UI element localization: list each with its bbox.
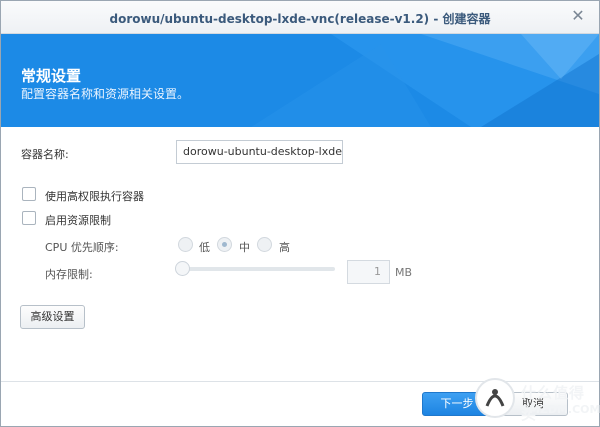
memory-limit-slider-thumb[interactable] bbox=[175, 261, 190, 276]
create-container-dialog: dorowu/ubuntu-desktop-lxde-vnc(release-v… bbox=[0, 0, 600, 427]
close-icon[interactable]: ✕ bbox=[569, 7, 587, 25]
privileged-label: 使用高权限执行容器 bbox=[45, 190, 144, 203]
banner-background-graphic bbox=[251, 34, 599, 127]
privileged-checkbox[interactable] bbox=[22, 187, 36, 201]
cpu-priority-medium-label: 中 bbox=[239, 241, 250, 254]
watermark-subtitle: SMZDM.COM bbox=[521, 403, 600, 416]
cpu-priority-low-radio[interactable] bbox=[178, 237, 193, 252]
resource-limit-label: 启用资源限制 bbox=[45, 214, 111, 227]
dialog-title: dorowu/ubuntu-desktop-lxde-vnc(release-v… bbox=[109, 12, 491, 26]
cpu-priority-high-label: 高 bbox=[279, 241, 290, 254]
section-heading: 常规设置 bbox=[21, 67, 82, 85]
advanced-settings-button[interactable]: 高级设置 bbox=[20, 305, 85, 329]
cpu-priority-label: CPU 优先顺序: bbox=[45, 241, 119, 254]
smzdm-logo-icon bbox=[475, 378, 515, 418]
dialog-titlebar: dorowu/ubuntu-desktop-lxde-vnc(release-v… bbox=[1, 1, 599, 34]
resource-limit-checkbox[interactable] bbox=[22, 211, 36, 225]
memory-limit-label: 内存限制: bbox=[45, 268, 93, 281]
header-banner: 常规设置 配置容器名称和资源相关设置。 bbox=[1, 34, 599, 127]
cpu-priority-high-radio[interactable] bbox=[257, 237, 272, 252]
memory-limit-slider-track[interactable] bbox=[181, 267, 335, 271]
section-subtitle: 配置容器名称和资源相关设置。 bbox=[21, 87, 190, 101]
memory-limit-input[interactable]: 1 bbox=[347, 260, 390, 284]
container-name-input[interactable]: dorowu-ubuntu-desktop-lxde-vnc bbox=[176, 140, 343, 164]
container-name-label: 容器名称: bbox=[21, 148, 69, 161]
memory-unit-label: MB bbox=[395, 266, 413, 279]
cpu-priority-medium-radio[interactable] bbox=[217, 237, 232, 252]
cpu-priority-low-label: 低 bbox=[199, 241, 210, 254]
